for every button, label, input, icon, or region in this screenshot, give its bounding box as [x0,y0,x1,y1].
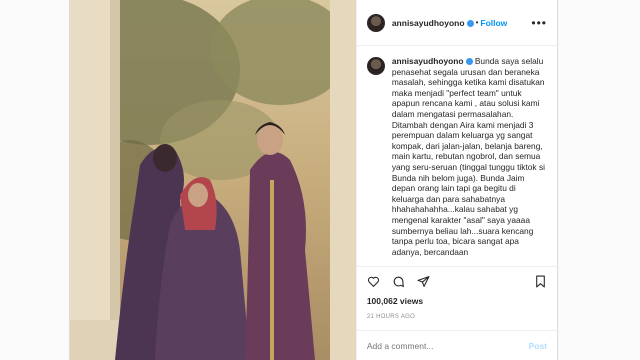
share-icon[interactable] [417,275,430,288]
bookmark-icon[interactable] [534,275,547,288]
instagram-post: annisayudhoyono • Follow ••• annisayudho… [69,0,558,360]
avatar[interactable] [366,13,385,32]
action-bar [356,266,557,296]
comment-bar: Post [356,330,557,360]
comment-icon[interactable] [392,275,405,288]
post-comment-button[interactable]: Post [529,341,547,351]
caption: annisayudhoyono Bunda saya selalu penase… [392,56,547,257]
caption-username[interactable]: annisayudhoyono [392,56,464,66]
post-timestamp[interactable]: 21 HOURS AGO [357,310,557,330]
caption-body: Bunda saya selalu penasehat segala urusa… [391,56,548,257]
comment-input[interactable] [366,340,529,351]
separator-dot: • [475,18,479,27]
username[interactable]: annisayudhoyono [392,18,465,28]
caption-verified-badge-icon [465,58,473,65]
follow-button[interactable]: Follow [480,18,507,28]
post-photo[interactable] [70,0,356,360]
post-header: annisayudhoyono • Follow ••• [356,0,557,46]
heart-icon[interactable] [367,275,380,288]
caption-area: annisayudhoyono Bunda saya selalu penase… [357,46,557,266]
caption-avatar[interactable] [366,57,385,75]
post-sidebar: annisayudhoyono • Follow ••• annisayudho… [355,0,557,360]
view-count[interactable]: 100,062 views [357,296,557,310]
more-options-icon[interactable]: ••• [531,16,547,30]
post-photo-illustration [70,0,356,360]
verified-badge-icon [466,20,474,27]
